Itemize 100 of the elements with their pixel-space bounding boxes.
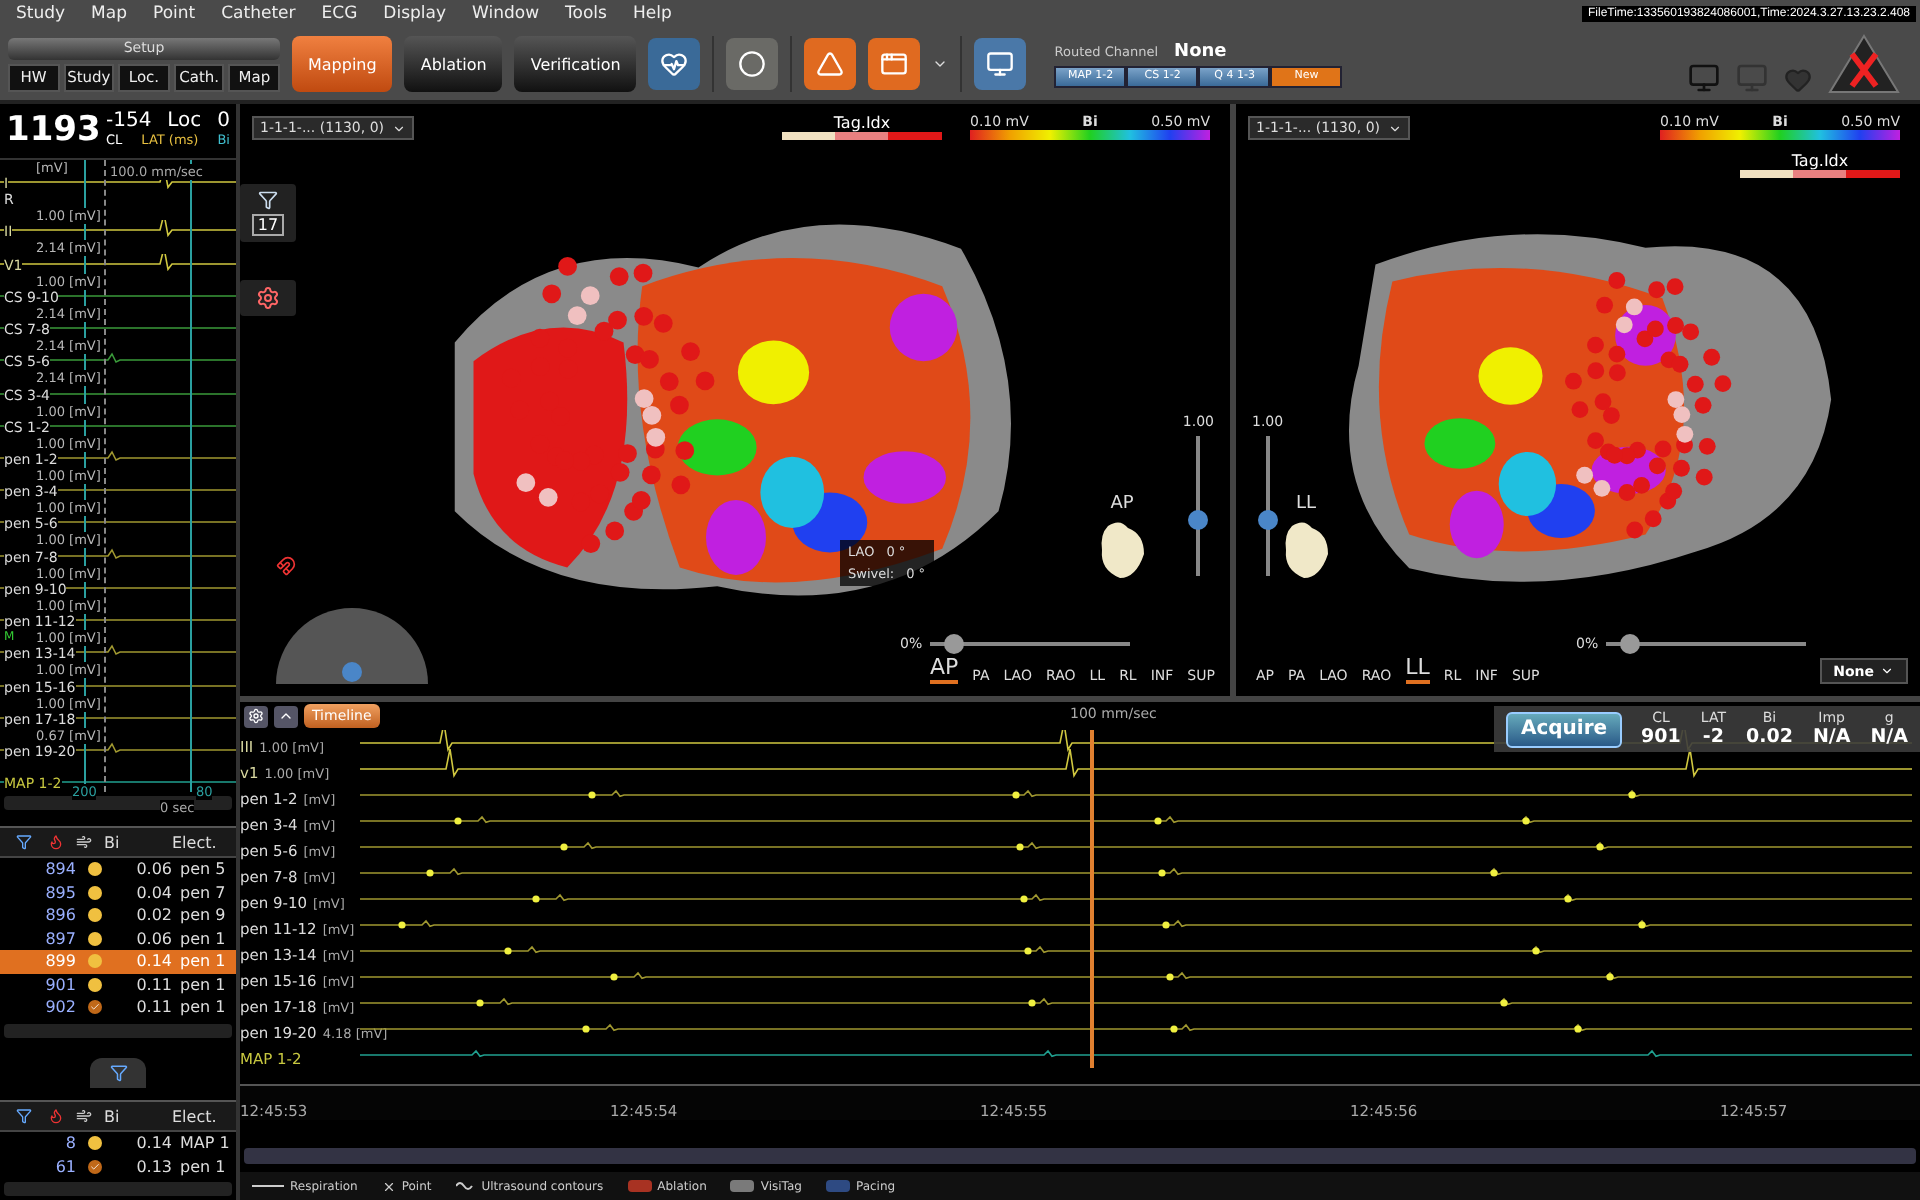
point-dot	[87, 862, 101, 877]
table-cell-text: 901	[43, 975, 76, 994]
table-cell-text: 897	[43, 929, 76, 948]
flame-icon	[48, 1108, 64, 1124]
tool-button[interactable]	[244, 705, 268, 727]
table-cell-text: pen 1	[180, 998, 228, 1017]
monitor-icon	[1736, 62, 1768, 94]
table-cell-text: pen 1	[180, 929, 228, 948]
table-cell-text: pen 1	[180, 1157, 228, 1176]
menu-item[interactable]: ECG	[321, 4, 358, 24]
heart-plus-button[interactable]	[648, 38, 701, 90]
chevron-icon	[278, 708, 294, 724]
column-header[interactable]: Bi	[104, 833, 172, 852]
table-cell-text: 0.14	[134, 1134, 174, 1153]
stat-value: N/A	[1812, 726, 1851, 748]
tagged-points-tab[interactable]	[90, 1057, 146, 1088]
view-button[interactable]: LL	[1405, 654, 1430, 684]
bi-value: 0	[217, 110, 230, 132]
window-icon	[880, 50, 909, 78]
table-cell-text: pen 9	[180, 906, 228, 925]
dropdown-icon	[392, 121, 407, 135]
tag-index-label: Tag.Idx	[833, 114, 891, 132]
table-cell-text: 8	[63, 1134, 76, 1153]
filter-icon	[109, 1063, 127, 1082]
slider-thumb[interactable]	[1620, 634, 1641, 654]
table-cell-text: MAP 1	[180, 1134, 232, 1153]
warning-icon	[1828, 34, 1900, 94]
stat-value: 901	[1641, 726, 1681, 748]
menu-item[interactable]: Catheter	[221, 4, 296, 24]
stat-value: 0.02	[1745, 726, 1793, 748]
table-cell-text: 0.06	[134, 860, 174, 879]
mode-button[interactable]: Verification	[514, 36, 637, 92]
magnet-icon	[276, 556, 296, 576]
loc-label: Loc	[167, 110, 202, 132]
cycle-length-value: 1193	[6, 110, 103, 151]
table-cell-text: 0.06	[134, 929, 174, 948]
table-cell-text: pen 7	[180, 883, 228, 902]
point-dot	[87, 1136, 101, 1151]
table-cell-text: 896	[43, 906, 76, 925]
table-cell-text: pen 1	[180, 952, 228, 971]
gear-icon	[256, 286, 280, 310]
table-row[interactable]: 901 0.11 pen 1	[0, 973, 236, 997]
heart-icon	[1784, 66, 1812, 94]
menu-item[interactable]: Map	[91, 4, 127, 24]
circle-icon	[738, 50, 767, 78]
slider-thumb[interactable]	[944, 634, 965, 654]
caret-icon[interactable]	[932, 56, 949, 72]
column-header[interactable]: Elect.	[172, 1107, 236, 1125]
table-cell-text: 0.14	[134, 952, 174, 971]
tag-index-label: Tag.Idx	[1791, 152, 1849, 170]
scrollbar[interactable]	[4, 1182, 232, 1196]
lat-value: -154	[106, 110, 152, 132]
table-cell-text: 0.11	[134, 975, 174, 994]
window-button[interactable]	[868, 38, 921, 90]
screen-button[interactable]	[974, 38, 1027, 90]
circle-button[interactable]	[726, 38, 779, 90]
table-cell-text: 0.02	[134, 906, 174, 925]
orientation-label: LL	[1295, 494, 1317, 514]
table-cell-text: 894	[43, 860, 76, 879]
menu-item[interactable]: Display	[383, 4, 447, 24]
menu-item[interactable]: Study	[16, 4, 66, 24]
menu-item[interactable]: Point	[153, 4, 196, 24]
menu-item[interactable]: Help	[632, 4, 672, 24]
table-cell-text: 61	[53, 1157, 76, 1176]
scrollbar[interactable]	[244, 1148, 1916, 1164]
acquire-button[interactable]: Acquire	[1506, 711, 1622, 747]
slider-thumb[interactable]	[1188, 510, 1209, 530]
triangle-icon	[816, 50, 845, 78]
table-cell-text: 0.04	[134, 883, 174, 902]
filter-icon	[16, 834, 32, 851]
tool-button[interactable]	[274, 705, 298, 727]
menu-item[interactable]: Window	[472, 4, 540, 24]
heart-icon	[660, 50, 689, 78]
point-dot	[87, 908, 101, 923]
cross-icon	[381, 1179, 396, 1193]
dropdown-icon	[1388, 121, 1403, 135]
triangle-button[interactable]	[804, 38, 857, 90]
monitor-icon	[1688, 62, 1720, 94]
filter-icon	[258, 190, 278, 210]
column-header[interactable]: Bi	[104, 1107, 172, 1125]
table-cell-text: 902	[43, 998, 76, 1017]
stat-value: N/A	[1870, 726, 1908, 748]
line-icon	[252, 1182, 284, 1190]
table-cell-text: pen 5	[180, 860, 228, 879]
mode-button[interactable]: Mapping	[292, 36, 393, 92]
dropdown-icon	[1880, 664, 1894, 678]
point-dot	[87, 931, 101, 946]
view-button[interactable]: AP	[930, 654, 959, 684]
column-header[interactable]: Elect.	[172, 833, 236, 852]
scrollbar[interactable]	[4, 1023, 232, 1038]
menu-item[interactable]: Tools	[565, 4, 607, 24]
heart-model-icon	[1096, 518, 1148, 582]
slider-thumb[interactable]	[1257, 510, 1278, 530]
table-cell-text: 899	[43, 952, 76, 971]
mode-button[interactable]: Ablation	[404, 36, 503, 92]
heart-model-icon	[1280, 518, 1332, 582]
point-count: 17	[251, 214, 285, 236]
gear-icon	[248, 708, 264, 724]
table-cell-text: 895	[43, 883, 76, 902]
monitor-icon	[986, 50, 1015, 78]
